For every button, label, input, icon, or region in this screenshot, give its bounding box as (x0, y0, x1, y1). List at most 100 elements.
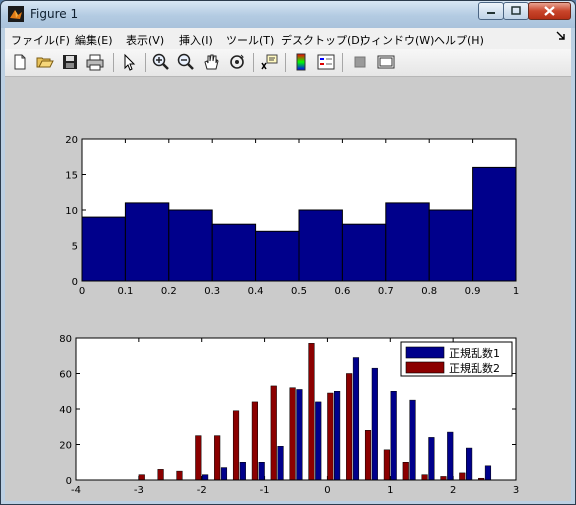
data-cursor-icon[interactable] (259, 52, 279, 72)
histogram-bar (402, 462, 409, 481)
menu-insert[interactable]: 挿入(I) (179, 32, 213, 48)
legend-swatch (405, 361, 445, 374)
histogram-bar (341, 223, 387, 282)
figure-client-area: ファイル(F) 編集(E) 表示(V) 挿入(I) ツール(T) デスクトップ(… (5, 28, 571, 501)
histogram-bar (315, 401, 322, 481)
pointer-icon[interactable] (119, 52, 139, 72)
histogram-bar (168, 209, 213, 282)
histogram-bar (385, 202, 430, 282)
x-tick-label: 1 (387, 485, 393, 496)
menu-desktop[interactable]: デスクトップ(D) (281, 32, 364, 48)
minimize-icon (487, 12, 495, 14)
histogram-bar (428, 209, 474, 282)
histogram-bar (308, 343, 315, 481)
zoom-out-icon[interactable] (176, 52, 196, 72)
figure-toolbar (5, 49, 571, 77)
y-tick-label: 20 (65, 135, 78, 146)
matlab-icon (8, 6, 24, 22)
figure-window: Figure 1 ファイル(F) 編集(E) 表示(V) 挿入(I) ツール(T… (0, 0, 576, 505)
x-tick-label: 0.1 (117, 286, 133, 297)
y-tick-label: 60 (59, 370, 72, 381)
histogram-bar (270, 385, 277, 481)
open-icon[interactable] (35, 52, 55, 72)
x-tick-label: 0.4 (248, 286, 264, 297)
x-tick-label: 0 (79, 286, 85, 297)
minimize-button[interactable] (478, 2, 504, 20)
histogram-bar (459, 472, 466, 481)
histogram-uniform-axes: 0 5 10 15 20 0 0.1 0.2 0.3 0.4 0.5 0.6 0.7 0.8 0.9 1 (65, 135, 519, 297)
menu-file[interactable]: ファイル(F) (11, 32, 70, 48)
histogram-bar (81, 216, 126, 282)
histogram-bar (255, 230, 300, 282)
histogram-bar (428, 437, 435, 481)
menu-view[interactable]: 表示(V) (126, 32, 164, 48)
histogram-bar (202, 474, 209, 481)
toolbar-separator (285, 53, 286, 72)
histogram-bar (466, 447, 473, 481)
histogram-bar (214, 435, 221, 481)
x-tick-label: 0.3 (204, 286, 220, 297)
chart-legend: 正規乱数1正規乱数2 (400, 341, 513, 377)
histogram-bar (195, 435, 202, 481)
histogram-bar (472, 166, 517, 282)
x-tick-label: 0.6 (334, 286, 350, 297)
show-plot-tools-icon[interactable] (376, 52, 396, 72)
colorbar-icon[interactable] (291, 52, 311, 72)
toolbar-separator (113, 53, 114, 72)
zoom-in-icon[interactable] (151, 52, 171, 72)
window-title: Figure 1 (30, 7, 79, 21)
histogram-bar (484, 465, 492, 481)
histogram-bar (327, 392, 334, 481)
close-button[interactable] (528, 2, 571, 20)
dock-arrow-icon[interactable] (556, 31, 566, 41)
maximize-icon (511, 6, 521, 15)
save-icon[interactable] (60, 52, 80, 72)
histogram-bar (176, 470, 183, 481)
histogram-bar (258, 462, 265, 481)
x-tick-label: -2 (197, 485, 207, 496)
histogram-bar (346, 373, 353, 481)
y-tick-label: 40 (59, 405, 72, 416)
menu-help[interactable]: ヘルプ(H) (434, 32, 484, 48)
legend-label: 正規乱数2 (449, 361, 500, 375)
histogram-bar (124, 202, 170, 282)
legend-label: 正規乱数1 (449, 346, 500, 360)
histogram-bar (383, 449, 390, 481)
histogram-bar (220, 467, 228, 481)
histogram-bar (211, 223, 257, 282)
y-tick-label: 15 (65, 171, 78, 182)
histogram-bar (138, 474, 145, 481)
histogram-bar (447, 431, 454, 481)
menu-tools[interactable]: ツール(T) (226, 32, 274, 48)
legend-icon[interactable] (316, 52, 336, 72)
histogram-bar (298, 209, 343, 282)
plots-svg: 0 5 10 15 20 0 0.1 0.2 0.3 0.4 0.5 0.6 0.7 0.8 0.9 1 0 2… (59, 135, 519, 496)
legend-swatch (405, 346, 445, 359)
histogram-bar (334, 391, 341, 481)
figure-canvas: 0 5 10 15 20 0 0.1 0.2 0.3 0.4 0.5 0.6 0.7 0.8 0.9 1 0 2… (5, 77, 571, 501)
x-tick-label: 2 (450, 485, 456, 496)
histogram-bar (421, 474, 428, 481)
title-bar[interactable]: Figure 1 (1, 1, 575, 28)
pan-hand-icon[interactable] (201, 52, 221, 72)
menu-edit[interactable]: 編集(E) (75, 32, 113, 48)
y-tick-label: 0 (72, 277, 78, 288)
histogram-bar (296, 389, 303, 481)
x-tick-label: 0.9 (465, 286, 481, 297)
toolbar-separator (145, 53, 146, 72)
x-tick-label: 0.5 (291, 286, 307, 297)
hide-plot-tools-icon[interactable] (350, 52, 370, 72)
histogram-bar (409, 399, 416, 481)
y-tick-label: 10 (65, 206, 78, 217)
new-figure-icon[interactable] (10, 52, 30, 72)
rotate-3d-icon[interactable] (227, 52, 247, 72)
print-icon[interactable] (85, 52, 105, 72)
menu-window[interactable]: ウィンドウ(W) (360, 32, 434, 48)
maximize-button[interactable] (503, 2, 529, 20)
histogram-bar (289, 387, 296, 481)
close-icon (544, 6, 555, 16)
histogram-bar (390, 391, 397, 481)
histogram-bar (364, 430, 372, 481)
y-tick-label: 20 (59, 441, 72, 452)
histogram-bar (239, 462, 246, 481)
